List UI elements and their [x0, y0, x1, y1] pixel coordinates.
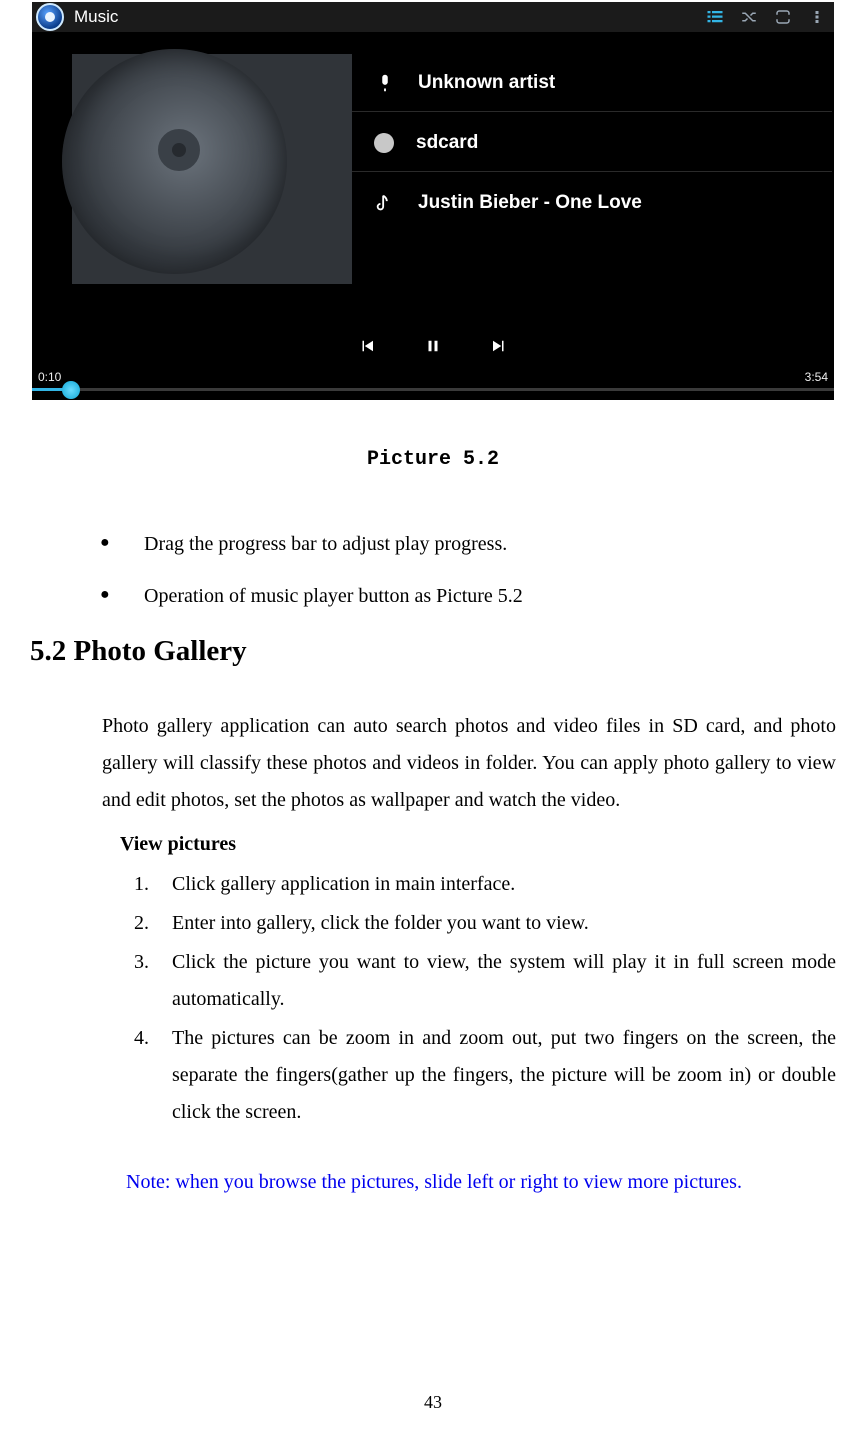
time-elapsed: 0:10: [38, 370, 61, 384]
bullet-item: Drag the progress bar to adjust play pro…: [100, 531, 836, 557]
bullet-item: Operation of music player button as Pict…: [100, 583, 836, 609]
step-item: The pictures can be zoom in and zoom out…: [154, 1020, 836, 1131]
player-header: Music: [32, 2, 834, 32]
app-title: Music: [74, 7, 118, 27]
disc-icon: [374, 133, 394, 153]
figure-caption: Picture 5.2: [30, 448, 836, 471]
time-total: 3:54: [805, 370, 828, 384]
mic-icon: [374, 72, 396, 94]
prev-button[interactable]: [358, 337, 376, 360]
numbered-steps: Click gallery application in main interf…: [154, 866, 836, 1131]
track-label: sdcard: [416, 132, 478, 154]
list-item[interactable]: Justin Bieber - One Love: [352, 174, 832, 232]
list-item[interactable]: sdcard: [352, 114, 832, 172]
track-label: Justin Bieber - One Love: [418, 192, 642, 214]
step-item: Click gallery application in main interf…: [154, 866, 836, 903]
overflow-menu-icon[interactable]: [800, 2, 834, 32]
next-button[interactable]: [490, 337, 508, 360]
sub-heading: View pictures: [120, 833, 836, 856]
step-item: Click the picture you want to view, the …: [154, 944, 836, 1018]
note-text: Note: when you browse the pictures, slid…: [126, 1171, 836, 1194]
repeat-icon[interactable]: [766, 2, 800, 32]
list-icon[interactable]: [698, 2, 732, 32]
page-number: 43: [0, 1392, 866, 1413]
section-heading: 5.2 Photo Gallery: [30, 635, 836, 668]
progress-thumb[interactable]: [62, 381, 80, 399]
intro-paragraph: Photo gallery application can auto searc…: [102, 708, 836, 819]
music-app-icon: [36, 3, 64, 31]
list-item[interactable]: Unknown artist: [352, 54, 832, 112]
progress-bar[interactable]: 0:10 3:54: [32, 370, 834, 400]
album-art: [72, 54, 352, 284]
bullet-list: Drag the progress bar to adjust play pro…: [100, 531, 836, 609]
note-icon: [374, 192, 396, 214]
track-label: Unknown artist: [418, 72, 555, 94]
pause-button[interactable]: [424, 337, 442, 360]
track-list: Unknown artist sdcard Justin Bieber - On…: [352, 54, 832, 326]
transport-controls: [32, 326, 834, 370]
step-item: Enter into gallery, click the folder you…: [154, 905, 836, 942]
shuffle-icon[interactable]: [732, 2, 766, 32]
music-player-screenshot: Music: [32, 2, 834, 400]
